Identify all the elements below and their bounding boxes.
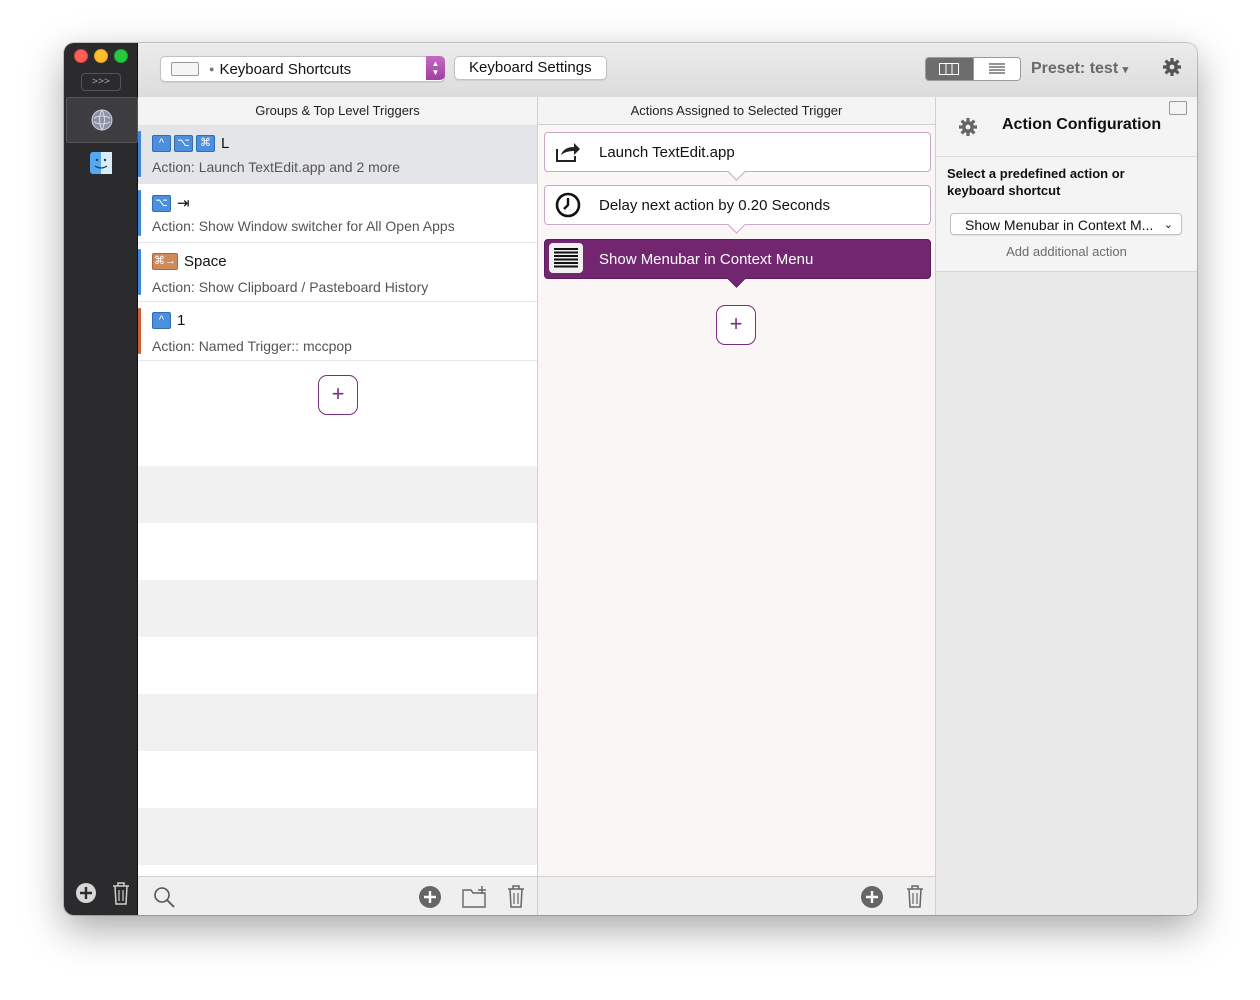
add-circle-icon[interactable] bbox=[418, 885, 442, 909]
new-folder-icon[interactable] bbox=[461, 885, 489, 909]
toolbar: ● Keyboard Shortcuts ▲ ▼ Keyboard Setting… bbox=[138, 43, 1197, 98]
groups-footer bbox=[138, 876, 537, 915]
finder-icon bbox=[90, 152, 112, 174]
action-item[interactable]: Delay next action by 0.20 Seconds bbox=[544, 185, 931, 234]
action-label: Launch TextEdit.app bbox=[599, 144, 735, 161]
divider bbox=[936, 156, 1197, 157]
action-item[interactable]: Launch TextEdit.app bbox=[544, 132, 931, 181]
app-sidebar-footer bbox=[64, 879, 137, 909]
shortcut-keys: ⌘→ Space bbox=[152, 253, 227, 270]
app-window: >>> ● Keyboard Shortcuts ▲ ▼ Keyboard Se… bbox=[64, 43, 1197, 915]
action-connector bbox=[727, 162, 746, 181]
app-item-global[interactable] bbox=[66, 97, 138, 143]
command-key-icon: ⌘ bbox=[196, 135, 215, 152]
trigger-row[interactable]: ^ ⌥ ⌘ L Action: Launch TextEdit.app and … bbox=[138, 125, 537, 184]
action-connector bbox=[727, 215, 746, 234]
configuration-hint: Select a predefined action or keyboard s… bbox=[947, 166, 1125, 198]
predefined-action-select[interactable]: Show Menubar in Context M... ⌄ bbox=[950, 213, 1182, 235]
groups-column: Groups & Top Level Triggers ^ ⌥ ⌘ L Acti… bbox=[138, 97, 538, 915]
action-configuration-panel: Action Configuration Select a predefined… bbox=[936, 97, 1197, 915]
preset-label: Preset: test bbox=[1031, 60, 1119, 77]
launch-icon bbox=[555, 139, 581, 165]
configuration-header: Action Configuration Select a predefined… bbox=[936, 97, 1197, 272]
shortcut-key: ⇥ bbox=[177, 195, 190, 212]
trigger-color-bar bbox=[138, 190, 141, 236]
control-key-icon: ^ bbox=[152, 312, 171, 329]
shortcut-key: 1 bbox=[177, 312, 186, 329]
add-additional-action-link[interactable]: Add additional action bbox=[936, 244, 1197, 259]
action-label: Show Menubar in Context Menu bbox=[599, 251, 814, 268]
groups-header: Groups & Top Level Triggers bbox=[138, 97, 537, 125]
close-window-button[interactable] bbox=[74, 49, 88, 63]
add-action-button[interactable]: + bbox=[716, 305, 756, 345]
gear-icon[interactable] bbox=[1162, 57, 1182, 77]
option-key-icon: ⌥ bbox=[174, 135, 193, 152]
shortcut-keys: ^ 1 bbox=[152, 312, 185, 329]
chevron-down-icon: ▾ bbox=[1122, 64, 1129, 76]
trigger-description: Action: Named Trigger:: mccpop bbox=[152, 338, 352, 354]
minimize-window-button[interactable] bbox=[94, 49, 108, 63]
configuration-title: Action Configuration bbox=[1002, 116, 1162, 133]
search-icon[interactable] bbox=[152, 885, 176, 909]
action-connector bbox=[727, 269, 746, 288]
trigger-row[interactable]: ⌘→ Space Action: Show Clipboard / Pasteb… bbox=[138, 243, 537, 302]
trigger-color-bar bbox=[138, 131, 141, 177]
preset-selector[interactable]: Preset: test ▾ bbox=[1031, 60, 1128, 78]
view-mode-segmented-control[interactable] bbox=[925, 57, 1021, 81]
action-label: Delay next action by 0.20 Seconds bbox=[599, 197, 830, 214]
option-key-icon: ⌥ bbox=[152, 194, 171, 212]
command-arrow-key-icon: ⌘→ bbox=[152, 253, 178, 270]
global-icon bbox=[91, 109, 113, 131]
trigger-description: Action: Show Clipboard / Pasteboard Hist… bbox=[152, 279, 429, 295]
app-sidebar: >>> bbox=[64, 43, 138, 915]
trigger-row[interactable]: ⌥ ⇥ Action: Show Window switcher for All… bbox=[138, 184, 537, 243]
clock-icon bbox=[555, 192, 581, 218]
list-icon bbox=[988, 63, 1005, 74]
add-app-icon[interactable] bbox=[74, 881, 98, 905]
list-view-button[interactable] bbox=[972, 58, 1020, 80]
add-circle-icon[interactable] bbox=[860, 885, 884, 909]
add-trigger-button[interactable]: + bbox=[318, 375, 358, 415]
gear-icon bbox=[959, 118, 977, 136]
shortcut-key: Space bbox=[184, 253, 227, 270]
trigger-type-label: Keyboard Shortcuts bbox=[219, 60, 352, 78]
columns-icon bbox=[939, 63, 960, 75]
menubar-icon bbox=[549, 243, 583, 273]
actions-column: Actions Assigned to Selected Trigger Lau… bbox=[538, 97, 936, 915]
trigger-color-bar bbox=[138, 249, 141, 295]
shortcut-key: L bbox=[221, 135, 230, 152]
action-item-selected[interactable]: Show Menubar in Context Menu bbox=[544, 239, 931, 288]
trash-icon[interactable] bbox=[505, 883, 527, 909]
keyboard-settings-button[interactable]: Keyboard Settings bbox=[454, 56, 607, 80]
actions-footer bbox=[538, 876, 935, 915]
trigger-type-popup[interactable]: ● Keyboard Shortcuts ▲ ▼ bbox=[160, 56, 445, 82]
zoom-window-button[interactable] bbox=[114, 49, 128, 63]
actions-header: Actions Assigned to Selected Trigger bbox=[538, 97, 935, 125]
columns-view-button[interactable] bbox=[926, 58, 973, 80]
trigger-row[interactable]: ^ 1 Action: Named Trigger:: mccpop bbox=[138, 302, 537, 361]
detach-window-icon[interactable] bbox=[1169, 101, 1187, 115]
trigger-description: Action: Launch TextEdit.app and 2 more bbox=[152, 159, 401, 175]
collapse-sidebar-button[interactable]: >>> bbox=[81, 73, 121, 91]
popup-stepper-icon: ▲ ▼ bbox=[426, 56, 445, 80]
bullet: ● bbox=[209, 64, 215, 74]
trash-icon[interactable] bbox=[110, 880, 132, 906]
add-trigger-row: + bbox=[138, 361, 537, 423]
control-key-icon: ^ bbox=[152, 135, 171, 152]
shortcut-keys: ^ ⌥ ⌘ L bbox=[152, 135, 229, 152]
trigger-description: Action: Show Window switcher for All Ope… bbox=[152, 218, 455, 234]
selected-action-label: Show Menubar in Context M... bbox=[965, 217, 1154, 233]
keyboard-icon bbox=[171, 62, 199, 76]
chevron-down-icon: ⌄ bbox=[1163, 219, 1173, 231]
app-item-finder[interactable] bbox=[66, 141, 136, 185]
shortcut-keys: ⌥ ⇥ bbox=[152, 194, 190, 212]
trigger-color-bar bbox=[138, 308, 141, 354]
trash-icon[interactable] bbox=[904, 883, 926, 909]
